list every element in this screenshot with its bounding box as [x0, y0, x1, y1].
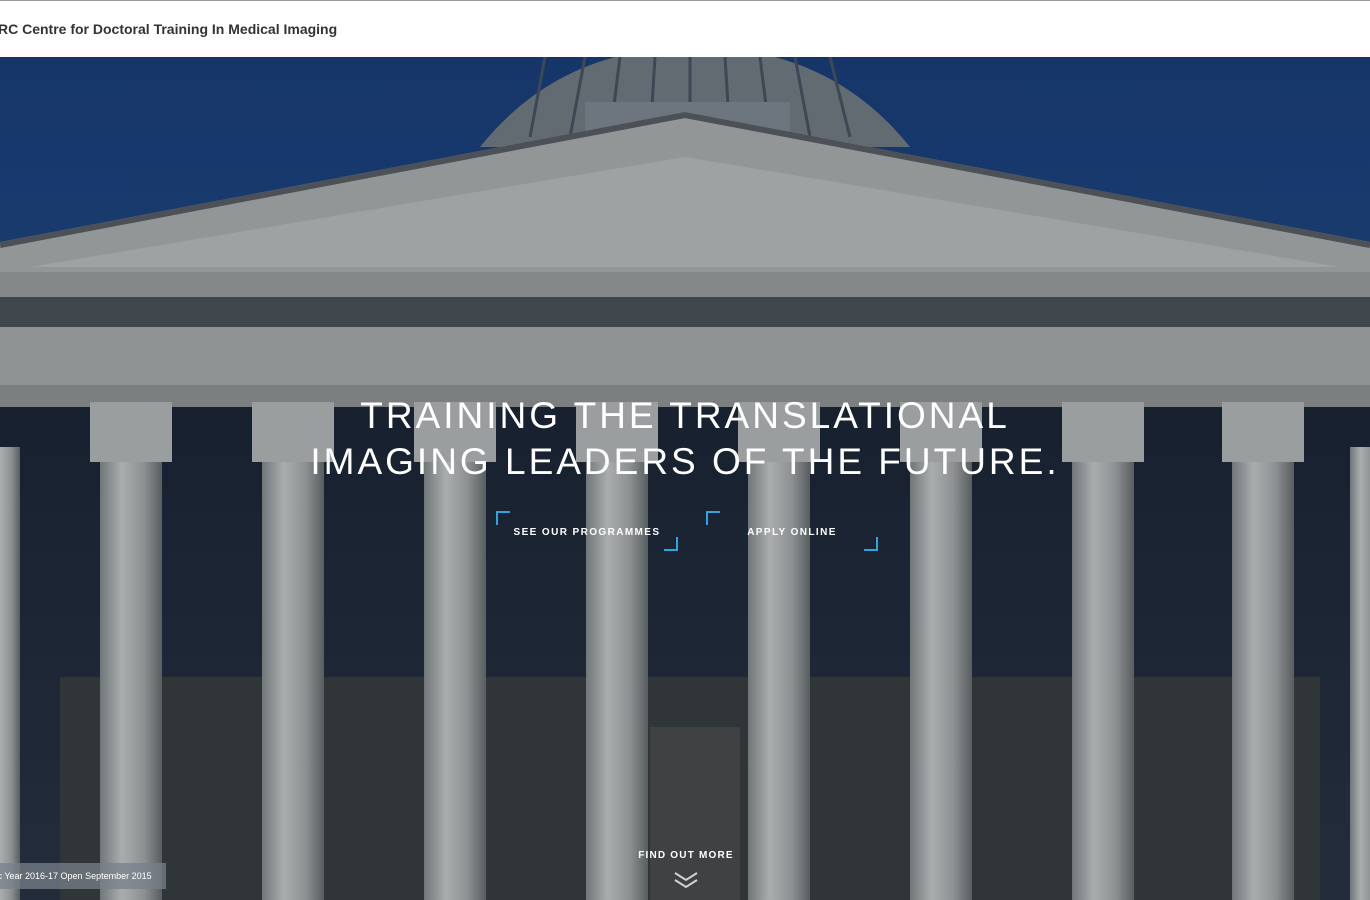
site-title[interactable]: RC Centre for Doctoral Training In Medic…: [0, 21, 337, 37]
see-our-programmes-button[interactable]: SEE OUR PROGRAMMES: [496, 511, 678, 551]
bracket-corner-icon: [706, 511, 720, 525]
see-our-programmes-label: SEE OUR PROGRAMMES: [513, 527, 661, 538]
bracket-corner-icon: [864, 537, 878, 551]
hero-headline: TRAINING THE TRANSLATIONAL IMAGING LEADE…: [0, 393, 1370, 485]
hero-headline-line-1: TRAINING THE TRANSLATIONAL: [360, 395, 1010, 436]
hero-banner: TRAINING THE TRANSLATIONAL IMAGING LEADE…: [0, 57, 1370, 900]
admissions-notice-badge[interactable]: mic Year 2016-17 Open September 2015: [0, 863, 166, 889]
hero-headline-line-2: IMAGING LEADERS OF THE FUTURE.: [310, 441, 1060, 482]
admissions-notice-text: mic Year 2016-17 Open September 2015: [0, 871, 152, 881]
bracket-corner-icon: [664, 537, 678, 551]
top-header-bar: RC Centre for Doctoral Training In Medic…: [0, 0, 1370, 57]
double-chevron-down-icon[interactable]: [674, 871, 698, 889]
apply-online-button[interactable]: APPLY ONLINE: [706, 511, 878, 551]
bracket-corner-icon: [496, 511, 510, 525]
apply-online-label: APPLY ONLINE: [747, 527, 837, 538]
find-out-more-link[interactable]: FIND OUT MORE: [600, 850, 772, 861]
